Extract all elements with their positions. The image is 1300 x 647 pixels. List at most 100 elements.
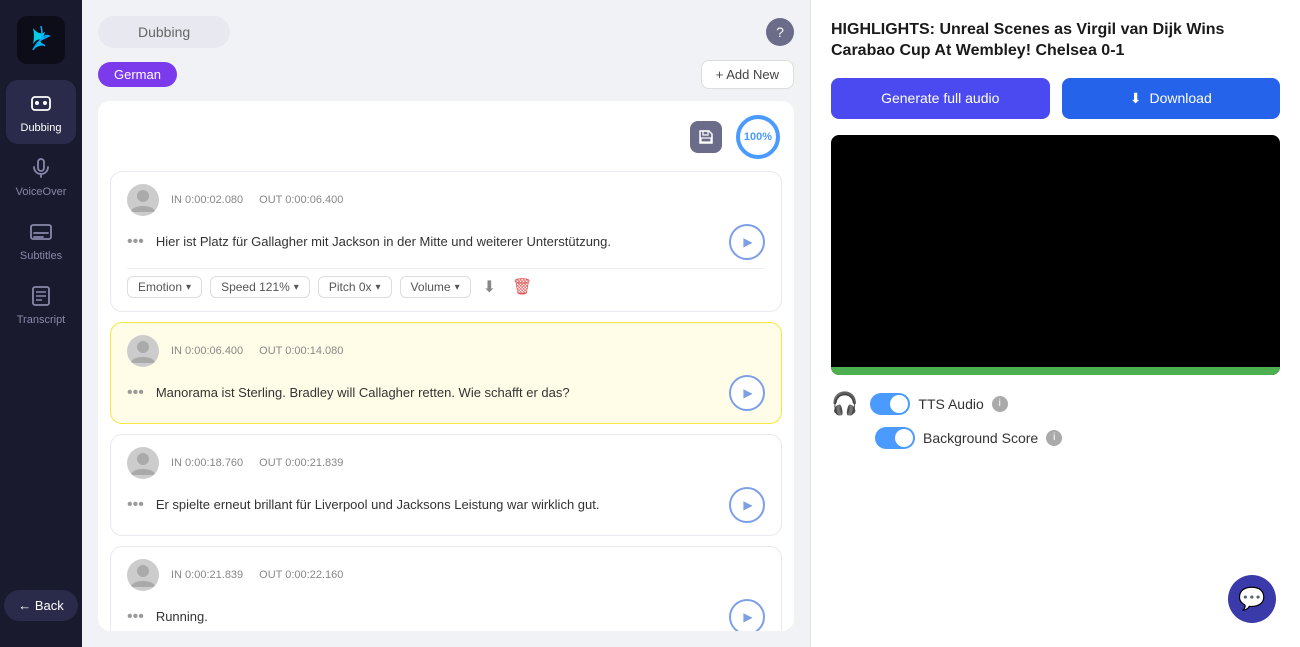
download-icon: ⬇ (1130, 90, 1142, 107)
play-button[interactable] (729, 224, 765, 260)
segment-menu-dots[interactable]: ••• (127, 233, 144, 251)
emotion-button[interactable]: Emotion (127, 276, 202, 298)
video-player[interactable] (831, 135, 1280, 375)
bg-score-toggle-row: Background Score i (875, 427, 1062, 449)
save-button[interactable] (690, 121, 722, 153)
tts-audio-toggle[interactable] (870, 393, 910, 415)
video-progress-bar (831, 367, 1280, 375)
segment-times: IN 0:00:06.400 OUT 0:00:14.080 (171, 345, 343, 357)
avatar (127, 559, 159, 591)
dubbing-icon (27, 90, 55, 118)
top-bar: Dubbing ? (98, 16, 794, 48)
headphones-icon: 🎧 (831, 391, 858, 417)
chat-icon: 💬 (1238, 586, 1265, 612)
segment-header: IN 0:00:18.760 OUT 0:00:21.839 (127, 447, 765, 479)
play-button[interactable] (729, 487, 765, 523)
segment-header: IN 0:00:21.839 OUT 0:00:22.160 (127, 559, 765, 591)
sidebar-nav: Dubbing VoiceOver Subtitles Transcript (6, 80, 76, 336)
sidebar-item-transcript[interactable]: Transcript (6, 272, 76, 336)
segment-card: IN 0:00:02.080 OUT 0:00:06.400 ••• Hier … (110, 171, 782, 312)
progress-circle: 100% (734, 113, 782, 161)
in-time: IN 0:00:18.760 (171, 457, 243, 469)
segments-toolbar: 100% (110, 113, 782, 161)
segment-body: ••• Running. (127, 599, 765, 631)
segment-menu-dots[interactable]: ••• (127, 496, 144, 514)
voiceover-icon (27, 154, 55, 182)
right-panel: HIGHLIGHTS: Unreal Scenes as Virgil van … (810, 0, 1300, 647)
play-button[interactable] (729, 599, 765, 631)
in-time: IN 0:00:21.839 (171, 569, 243, 581)
volume-button[interactable]: Volume (400, 276, 471, 298)
help-button[interactable]: ? (766, 18, 794, 46)
add-new-button[interactable]: + Add New (701, 60, 794, 89)
back-button[interactable]: ← Back (4, 590, 78, 621)
chat-bubble-button[interactable]: 💬 (1228, 575, 1276, 623)
sidebar-item-label-dubbing: Dubbing (21, 122, 62, 134)
bg-score-toggle[interactable] (875, 427, 915, 449)
download-label: Download (1149, 90, 1211, 106)
sidebar-item-voiceover[interactable]: VoiceOver (6, 144, 76, 208)
tts-audio-info-icon[interactable]: i (992, 396, 1008, 412)
segment-text: Manorama ist Sterling. Bradley will Call… (156, 384, 717, 402)
audio-settings: 🎧 TTS Audio i Background Score i (831, 391, 1280, 449)
out-time: OUT 0:00:21.839 (259, 457, 343, 469)
segment-body: ••• Hier ist Platz für Gallagher mit Jac… (127, 224, 765, 260)
segment-card: IN 0:00:18.760 OUT 0:00:21.839 ••• Er sp… (110, 434, 782, 536)
tts-audio-label: TTS Audio (918, 396, 983, 412)
segment-times: IN 0:00:18.760 OUT 0:00:21.839 (171, 457, 343, 469)
sidebar-item-label-subtitles: Subtitles (20, 250, 62, 262)
generate-audio-button[interactable]: Generate full audio (831, 78, 1050, 119)
segments-list: IN 0:00:02.080 OUT 0:00:06.400 ••• Hier … (110, 171, 782, 631)
language-badge[interactable]: German (98, 62, 177, 87)
segment-times: IN 0:00:02.080 OUT 0:00:06.400 (171, 194, 343, 206)
segment-times: IN 0:00:21.839 OUT 0:00:22.160 (171, 569, 343, 581)
audio-setting-row-tts: 🎧 TTS Audio i (831, 391, 1280, 417)
transcript-icon (27, 282, 55, 310)
tts-toggle-row: TTS Audio i (870, 393, 1007, 415)
segments-container: 100% IN 0:00:02.080 OUT 0:00:06.400 ••• … (98, 101, 794, 631)
segment-body: ••• Er spielte erneut brillant für Liver… (127, 487, 765, 523)
segment-card: IN 0:00:06.400 OUT 0:00:14.080 ••• Manor… (110, 322, 782, 424)
out-time: OUT 0:00:06.400 (259, 194, 343, 206)
in-time: IN 0:00:02.080 (171, 194, 243, 206)
sidebar-item-subtitles[interactable]: Subtitles (6, 208, 76, 272)
pitch-button[interactable]: Pitch 0x (318, 276, 392, 298)
out-time: OUT 0:00:14.080 (259, 345, 343, 357)
audio-setting-row-bg: Background Score i (831, 427, 1280, 449)
segment-menu-dots[interactable]: ••• (127, 608, 144, 626)
avatar (127, 335, 159, 367)
avatar (127, 184, 159, 216)
download-button[interactable]: ⬇ Download (1062, 78, 1281, 119)
segment-header: IN 0:00:06.400 OUT 0:00:14.080 (127, 335, 765, 367)
bg-score-label: Background Score (923, 430, 1038, 446)
speed-button[interactable]: Speed 121% (210, 276, 310, 298)
bg-score-info-icon[interactable]: i (1046, 430, 1062, 446)
dubbing-tab[interactable]: Dubbing (98, 16, 230, 48)
in-time: IN 0:00:06.400 (171, 345, 243, 357)
sidebar-item-label-transcript: Transcript (17, 314, 66, 326)
sidebar: Dubbing VoiceOver Subtitles Transcript ←… (0, 0, 82, 647)
avatar (127, 447, 159, 479)
sidebar-item-dubbing[interactable]: Dubbing (6, 80, 76, 144)
left-panel: Dubbing ? German + Add New (82, 0, 810, 647)
app-logo (17, 16, 65, 64)
download-segment-button[interactable]: ⬇ (479, 275, 500, 299)
play-button[interactable] (729, 375, 765, 411)
subtitles-icon (27, 218, 55, 246)
segment-card: IN 0:00:21.839 OUT 0:00:22.160 ••• Runni… (110, 546, 782, 631)
segment-menu-dots[interactable]: ••• (127, 384, 144, 402)
segment-controls: Emotion Speed 121% Pitch 0x Volume ⬇ 🗑 (127, 268, 765, 299)
segment-text: Running. (156, 608, 717, 626)
segment-header: IN 0:00:02.080 OUT 0:00:06.400 (127, 184, 765, 216)
sidebar-item-label-voiceover: VoiceOver (16, 186, 67, 198)
language-bar: German + Add New (98, 60, 794, 89)
main-content: Dubbing ? German + Add New (82, 0, 1300, 647)
out-time: OUT 0:00:22.160 (259, 569, 343, 581)
segment-body: ••• Manorama ist Sterling. Bradley will … (127, 375, 765, 411)
action-buttons: Generate full audio ⬇ Download (831, 78, 1280, 119)
segment-text: Er spielte erneut brillant für Liverpool… (156, 496, 717, 514)
progress-label: 100% (744, 131, 772, 143)
delete-segment-button[interactable]: 🗑 (508, 275, 536, 299)
segment-text: Hier ist Platz für Gallagher mit Jackson… (156, 233, 717, 251)
video-title: HIGHLIGHTS: Unreal Scenes as Virgil van … (831, 20, 1280, 62)
